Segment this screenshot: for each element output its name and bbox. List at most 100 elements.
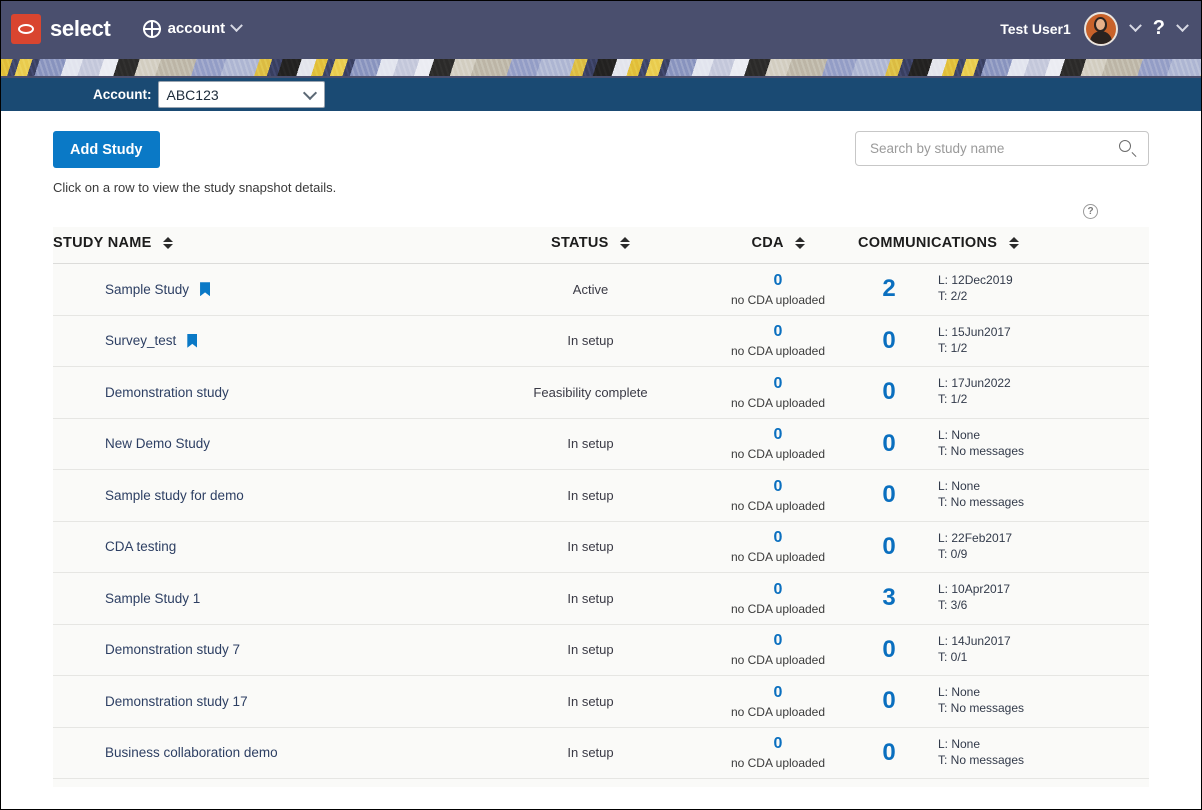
topbar-right-group: Test User1 ? (1000, 11, 1189, 46)
communications-last: L: 15Jun2017 (938, 324, 1011, 339)
cell-study-name[interactable]: Demonstration study (53, 367, 483, 419)
cell-communications[interactable]: 0L: NoneT: No messages (858, 676, 1149, 728)
cell-communications[interactable]: 0L: NoneT: No messages (858, 470, 1149, 522)
chevron-down-icon[interactable] (230, 19, 243, 33)
cell-study-name[interactable]: Sample Study (53, 264, 483, 316)
column-header-cda[interactable]: CDA (698, 227, 858, 264)
table-header: STUDY NAME STATUS CDA COMMUNICATIONS (53, 227, 1149, 264)
table-row[interactable]: CDA testing In setup 0 no CDA uploaded 0 L: 2… (53, 521, 1149, 573)
table-row[interactable]: Survey_test In setup 0 no CDA uploaded 0 L: 1… (53, 315, 1149, 367)
communications-total: T: 0/1 (938, 649, 968, 664)
cell-communications[interactable]: 0L: NoneT: No messages (858, 779, 1149, 788)
column-header-study-name[interactable]: STUDY NAME (53, 227, 483, 264)
cell-study-name[interactable]: Business collaboration demo (53, 727, 483, 779)
user-menu-chevron-down-icon[interactable] (1128, 19, 1142, 33)
account-select[interactable]: ABC123 (157, 81, 325, 108)
cell-cda[interactable]: 0no CDA uploaded (698, 367, 858, 419)
search-box[interactable] (855, 131, 1149, 166)
bookmark-icon[interactable] (187, 333, 198, 348)
cell-cda[interactable]: 0no CDA uploaded (698, 573, 858, 625)
communications-last: L: 17Jun2022 (938, 376, 1011, 391)
help-info-icon[interactable]: ? (1083, 204, 1098, 219)
table-row[interactable]: Sample study for demo In setup 0 no CDA upl… (53, 469, 1149, 522)
cell-study-name[interactable]: New Demo Study (53, 418, 483, 470)
sort-arrows-icon[interactable] (162, 236, 173, 250)
cell-communications[interactable]: 0L: NoneT: No messages (858, 418, 1149, 470)
table-row[interactable]: Sample Study Active 0 no CDA uploaded 2 L: 12… (53, 263, 1149, 316)
help-button[interactable]: ? (1153, 17, 1165, 40)
brand-logo[interactable]: select (11, 13, 111, 44)
cda-count: 0 (773, 580, 783, 598)
cda-subtext: no CDA uploaded (730, 344, 826, 359)
account-menu[interactable]: account (142, 19, 243, 38)
cell-status: In setup (483, 676, 698, 728)
cell-study-name[interactable]: Sample study for demo (53, 470, 483, 522)
cell-communications[interactable]: 0L: NoneT: No messages (858, 727, 1149, 779)
cell-cda[interactable]: 0no CDA uploaded (698, 624, 858, 676)
cell-study-name[interactable]: Sample Study 1 (53, 573, 483, 625)
column-header-status[interactable]: STATUS (483, 227, 698, 264)
search-input[interactable] (868, 140, 1119, 157)
table-row[interactable]: Business collaboration demo In setup 0 no C… (53, 727, 1149, 779)
communications-last: L: 22Feb2017 (938, 530, 1013, 545)
avatar[interactable] (1083, 11, 1118, 46)
help-menu-chevron-down-icon[interactable] (1176, 19, 1189, 33)
table-body: Sample Study Active 0 no CDA uploaded 2 L: 12… (53, 263, 1149, 788)
cell-study-name[interactable]: Demonstration study 7 (53, 624, 483, 676)
cell-communications[interactable]: 0 L: 17Jun2022 T: 1/2 (858, 367, 1149, 419)
status-text: In setup (567, 693, 614, 709)
cell-cda[interactable]: 0no CDA uploaded (698, 315, 858, 367)
cell-communications[interactable]: 3 L: 10Apr2017 T: 3/6 (858, 573, 1149, 625)
table-row[interactable]: Demonstration study 7 In setup 0 no CDA upl… (53, 624, 1149, 676)
account-selector-bar: Account: ABC123 (1, 78, 1201, 111)
table-scroll-region[interactable]: STUDY NAME STATUS CDA COMMUNICATIONS Sam… (53, 222, 1149, 787)
cell-communications[interactable]: 0 L: 14Jun2017 T: 0/1 (858, 624, 1149, 676)
cda-subtext: no CDA uploaded (730, 292, 826, 307)
column-header-communications[interactable]: COMMUNICATIONS (858, 227, 1149, 264)
cda-count: 0 (773, 477, 783, 495)
sort-arrows-icon[interactable] (620, 236, 630, 250)
communications-total: T: No messages (938, 495, 1025, 510)
cell-status: In setup (483, 727, 698, 779)
bookmark-icon[interactable] (200, 282, 211, 297)
cell-study-name[interactable]: Demo Study (53, 779, 483, 788)
status-text: In setup (567, 590, 614, 606)
cell-study-name[interactable]: CDA testing (53, 521, 483, 573)
table-row[interactable]: Sample Study 1 In setup 0 no CDA uploaded 3 L… (53, 572, 1149, 625)
communications-count: 0 (882, 687, 896, 715)
cell-communications[interactable]: 0 L: 15Jun2017 T: 1/2 (858, 315, 1149, 367)
sort-arrows-icon[interactable] (794, 236, 805, 250)
search-icon[interactable] (1119, 140, 1137, 157)
cell-communications[interactable]: 2 L: 12Dec2019 T: 2/2 (858, 264, 1149, 316)
sort-arrows-icon[interactable] (1008, 236, 1019, 250)
cda-count: 0 (773, 374, 783, 392)
communications-total: T: 1/2 (938, 340, 968, 355)
cell-cda[interactable]: 0no CDA uploaded (698, 470, 858, 522)
cell-cda[interactable]: 0no CDA uploaded (698, 727, 858, 779)
hint-text: Click on a row to view the study snapsho… (53, 180, 337, 195)
column-label: COMMUNICATIONS (858, 235, 998, 251)
table-row[interactable]: Demo StudyIn setup0no CDA uploaded0L: No… (53, 778, 1149, 788)
status-text: In setup (567, 539, 614, 555)
communications-total: T: 0/9 (938, 546, 968, 561)
banner-texture (1, 59, 1201, 76)
column-label: STUDY NAME (53, 235, 152, 251)
cell-cda[interactable]: 0no CDA uploaded (698, 779, 858, 788)
cell-study-name[interactable]: Survey_test (53, 315, 483, 367)
add-study-button[interactable]: Add Study (53, 131, 160, 168)
cell-study-name[interactable]: Demonstration study 17 (53, 676, 483, 728)
communications-last: L: None (938, 736, 981, 751)
table-row[interactable]: Demonstration study 17 In setup 0 no CDA up… (53, 675, 1149, 728)
table-row[interactable]: Demonstration study Feasibility complete 0… (53, 366, 1149, 419)
cell-cda[interactable]: 0no CDA uploaded (698, 418, 858, 470)
cell-cda[interactable]: 0no CDA uploaded (698, 676, 858, 728)
cell-communications[interactable]: 0 L: 22Feb2017 T: 0/9 (858, 521, 1149, 573)
table-row[interactable]: New Demo Study In setup 0 no CDA uploaded 0 L… (53, 418, 1149, 470)
cell-status: In setup (483, 418, 698, 470)
study-name-text: Sample Study 1 (105, 590, 201, 606)
toolbar: Add Study Click on a row to view the stu… (53, 111, 1149, 195)
cda-subtext: no CDA uploaded (730, 704, 826, 719)
cell-cda[interactable]: 0no CDA uploaded (698, 521, 858, 573)
communications-last: L: 14Jun2017 (938, 633, 1011, 648)
cell-cda[interactable]: 0no CDA uploaded (698, 264, 858, 316)
